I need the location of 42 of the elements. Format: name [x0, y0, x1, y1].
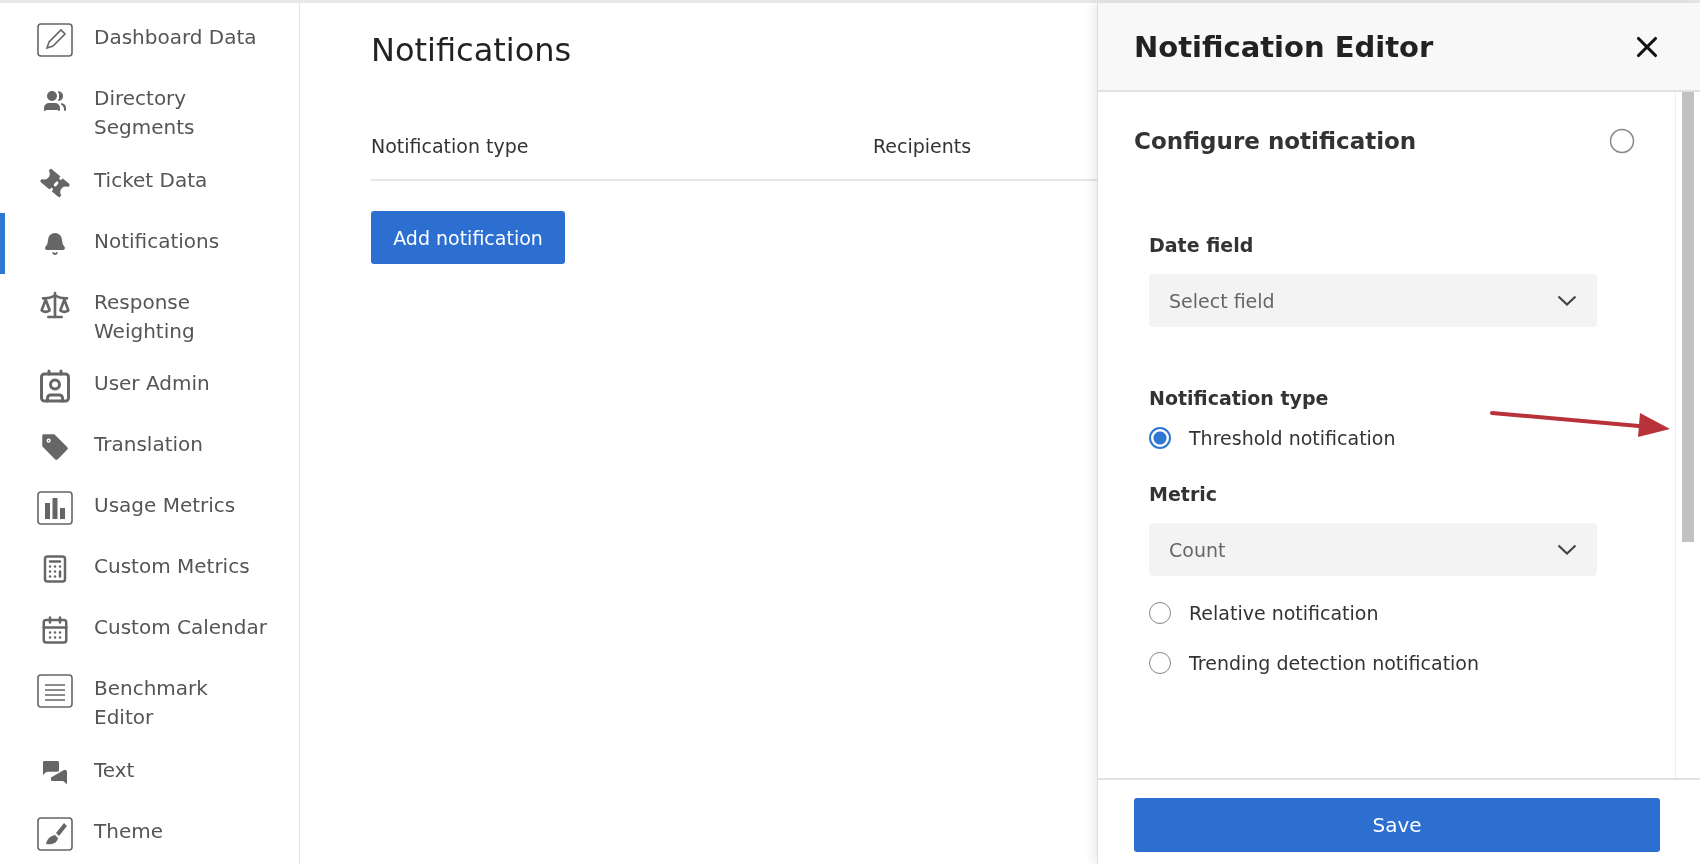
radio-option[interactable]: Relative notification [1149, 602, 1597, 624]
radio-option[interactable]: Threshold notification [1149, 427, 1597, 449]
field-label: Notification type [1149, 387, 1330, 409]
bell-icon [43, 231, 67, 256]
radio-option[interactable]: Trending detection notification [1149, 652, 1597, 674]
calendar-icon [40, 615, 70, 646]
sidebar-item[interactable]: Text [0, 742, 299, 803]
bar-chart-icon [37, 491, 73, 526]
radio-button[interactable] [1149, 602, 1171, 624]
column-header: Notification type [371, 135, 530, 157]
sidebar-item[interactable]: Response Weighting [0, 273, 299, 356]
chevron-down-icon [1557, 295, 1577, 306]
contact-card-icon [37, 368, 73, 405]
sidebar-item[interactable]: Translation [0, 416, 299, 478]
sidebar-item[interactable]: Theme [0, 803, 299, 864]
field-label: Date field [1149, 234, 1255, 256]
sidebar-item[interactable]: Benchmark Editor [0, 660, 299, 742]
date-field-select[interactable]: Select field [1149, 274, 1597, 327]
page-title: Notifications [371, 31, 573, 69]
section-title: Configure notification [1134, 128, 1417, 154]
sidebar-item[interactable]: Dashboard Data [0, 9, 299, 70]
column-header: Recipients [873, 135, 973, 157]
metric-select[interactable]: Count [1149, 523, 1597, 576]
list-icon [37, 674, 73, 709]
paintbrush-icon [37, 817, 73, 851]
chevron-down-icon [1557, 544, 1577, 555]
sidebar-item[interactable]: Custom Calendar [0, 599, 299, 661]
sidebar-item[interactable]: Custom Metrics [0, 538, 299, 600]
panel-title: Notification Editor [1134, 29, 1434, 64]
sidebar-item[interactable]: Notifications [0, 212, 299, 274]
radio-button[interactable] [1149, 652, 1171, 674]
sidebar-item[interactable]: Directory Segments [0, 70, 299, 152]
sidebar-item[interactable]: Usage Metrics [0, 477, 299, 539]
field-label: Metric [1149, 483, 1219, 505]
save-button[interactable]: Save [1134, 798, 1660, 852]
sidebar-item[interactable]: Ticket Data [0, 151, 299, 213]
radio-button[interactable] [1149, 427, 1171, 449]
people-icon [43, 89, 67, 113]
add-notification-button[interactable]: Add notification [371, 211, 565, 264]
pencil-icon [37, 23, 73, 57]
circle-icon [1609, 128, 1635, 154]
sidebar-item[interactable]: User Admin [0, 355, 299, 417]
